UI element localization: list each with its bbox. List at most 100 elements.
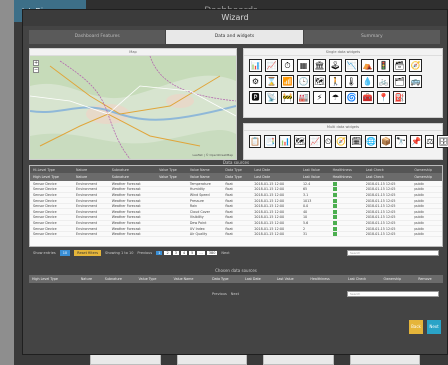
column-header[interactable]: Healthiness — [329, 173, 363, 181]
column-header[interactable]: Last Value — [299, 173, 330, 181]
widget-icon[interactable]: ⚖ — [425, 135, 435, 148]
column-filter[interactable]: Last Check — [362, 166, 412, 173]
widget-icon[interactable]: 🧭 — [335, 135, 348, 148]
pager-next[interactable]: Next — [221, 251, 229, 255]
widget-icon[interactable]: 🚧 — [281, 91, 294, 104]
column-filter[interactable]: Value Name — [186, 166, 223, 173]
chosen-column-header[interactable]: Last Value — [273, 275, 308, 283]
widget-icon[interactable]: 📈 — [265, 59, 278, 72]
widget-icon[interactable]: 📶 — [281, 75, 294, 88]
column-header[interactable]: Nature — [73, 173, 109, 181]
chosen-search-input[interactable]: Search — [347, 291, 439, 297]
column-filter[interactable]: Data Type — [222, 166, 252, 173]
back-button[interactable]: Back — [409, 320, 423, 334]
page-number[interactable]: 5 — [189, 251, 196, 255]
widget-icon[interactable]: 📡 — [265, 91, 278, 104]
widget-icon[interactable]: 🗺 — [313, 75, 326, 88]
widget-icon[interactable]: 📑 — [263, 135, 276, 148]
widget-icon[interactable]: 🚌 — [409, 75, 422, 88]
widget-icon[interactable]: 📊 — [249, 59, 262, 72]
widget-icon[interactable]: ⏲ — [324, 135, 333, 148]
reset-filters-button[interactable]: Reset filters — [74, 250, 102, 256]
widget-icon[interactable]: 🕹 — [329, 59, 342, 72]
widget-icon[interactable]: 🗺 — [293, 135, 307, 148]
widget-icon[interactable]: 🏭 — [297, 91, 310, 104]
column-header[interactable]: Value Name — [186, 173, 223, 181]
column-header[interactable]: Last Date — [251, 173, 300, 181]
data-search-input[interactable]: Search — [347, 250, 439, 256]
table-row[interactable]: Sensor Device Environment Weather Forecast… — [30, 231, 442, 238]
page-number[interactable]: ... — [197, 251, 205, 255]
widget-icon[interactable]: 🗃 — [393, 59, 406, 72]
widget-icon[interactable]: 🗂 — [393, 75, 406, 88]
widget-icon[interactable]: 🌀 — [345, 91, 358, 104]
column-header[interactable]: Last Check — [362, 173, 412, 181]
widget-icon[interactable]: ⛽ — [393, 91, 406, 104]
widget-icon[interactable]: 📋 — [249, 135, 261, 148]
column-header[interactable]: High Level Type — [30, 173, 74, 181]
chosen-column-header[interactable]: Ownership — [380, 275, 416, 283]
page-number[interactable]: 380 — [206, 251, 218, 255]
widget-icon[interactable]: 🧰 — [361, 91, 374, 104]
widget-icon[interactable]: 🚶 — [329, 75, 342, 88]
widget-icon[interactable]: 🌐 — [365, 135, 378, 148]
widget-icon[interactable]: 🅿 — [249, 91, 262, 104]
widget-icon[interactable]: 🏛 — [313, 59, 326, 72]
chosen-pager-next[interactable]: Next — [231, 292, 239, 296]
tab-summary[interactable]: Summary — [303, 30, 441, 44]
widget-icon[interactable]: 📊 — [278, 135, 291, 148]
chosen-column-header[interactable]: Last Date — [241, 275, 274, 283]
chosen-column-header[interactable]: High Level Type — [29, 275, 78, 283]
widget-icon[interactable]: ⚡ — [313, 91, 326, 104]
widget-icon[interactable]: ⌛ — [265, 75, 278, 88]
widget-icon[interactable]: 📌 — [410, 135, 423, 148]
chosen-column-header[interactable]: Remove — [415, 275, 443, 283]
widget-icon[interactable]: 🧭 — [409, 59, 422, 72]
chosen-column-header[interactable]: Healthiness — [307, 275, 345, 283]
chosen-column-header[interactable]: Nature — [77, 275, 102, 283]
show-entries-select[interactable]: 10 — [59, 250, 71, 256]
pager-previous[interactable]: Previous — [137, 251, 152, 255]
widget-icon[interactable]: 📦 — [380, 135, 393, 148]
widget-icon[interactable]: 🌡 — [345, 75, 358, 88]
widget-icon[interactable]: 🗄 — [437, 135, 448, 148]
page-number[interactable]: 4 — [180, 251, 188, 255]
widget-icon[interactable]: 🔭 — [395, 135, 408, 148]
widget-icon[interactable]: ⚙ — [249, 75, 262, 88]
tab-data-and-widgets[interactable]: Data and widgets — [166, 30, 304, 44]
column-filter[interactable]: Subnature — [108, 166, 157, 173]
page-number[interactable]: 1 — [156, 251, 163, 255]
page-number[interactable]: 3 — [172, 251, 179, 255]
map-zoom-out-button[interactable]: − — [33, 67, 39, 73]
column-filter[interactable]: Nature — [73, 166, 109, 173]
column-filter[interactable]: Healthiness — [329, 166, 363, 173]
widget-icon[interactable]: ▦ — [297, 59, 310, 72]
chosen-column-header[interactable]: Last Check — [344, 275, 381, 283]
widget-icon[interactable]: 🚦 — [377, 59, 390, 72]
widget-icon[interactable]: ☂ — [329, 91, 342, 104]
page-number[interactable]: 2 — [164, 251, 171, 255]
widget-icon[interactable]: 🕒 — [297, 75, 310, 88]
widget-icon[interactable]: 🚲 — [377, 75, 390, 88]
column-header[interactable]: Ownership — [411, 173, 442, 181]
widget-icon[interactable]: 📍 — [377, 91, 390, 104]
column-filter[interactable]: Ownership — [411, 166, 442, 173]
chosen-column-header[interactable]: Value Name — [170, 275, 210, 283]
chosen-column-header[interactable]: Subnature — [101, 275, 136, 283]
widget-icon[interactable]: 💧 — [361, 75, 374, 88]
map-view[interactable]: + − Leaflet | © OpenStreetMap — [29, 55, 237, 160]
chosen-column-header[interactable]: Value Type — [135, 275, 171, 283]
next-button[interactable]: Next — [427, 320, 441, 334]
widget-icon[interactable]: ⛺ — [361, 59, 374, 72]
chosen-column-header[interactable]: Data Type — [209, 275, 242, 283]
column-header[interactable]: Value Type — [156, 173, 187, 181]
chosen-pager-previous[interactable]: Previous — [212, 292, 227, 296]
column-filter[interactable]: Hi-Level Type — [30, 166, 74, 173]
widget-icon[interactable]: 📉 — [345, 59, 358, 72]
column-filter[interactable]: Value Type — [156, 166, 187, 173]
column-filter[interactable]: Last Value — [299, 166, 330, 173]
column-header[interactable]: Subnature — [108, 173, 157, 181]
tab-dashboard-features[interactable]: Dashboard Features — [29, 30, 167, 44]
widget-icon[interactable]: 🗓 — [350, 135, 363, 148]
widget-icon[interactable]: 📈 — [309, 135, 322, 148]
